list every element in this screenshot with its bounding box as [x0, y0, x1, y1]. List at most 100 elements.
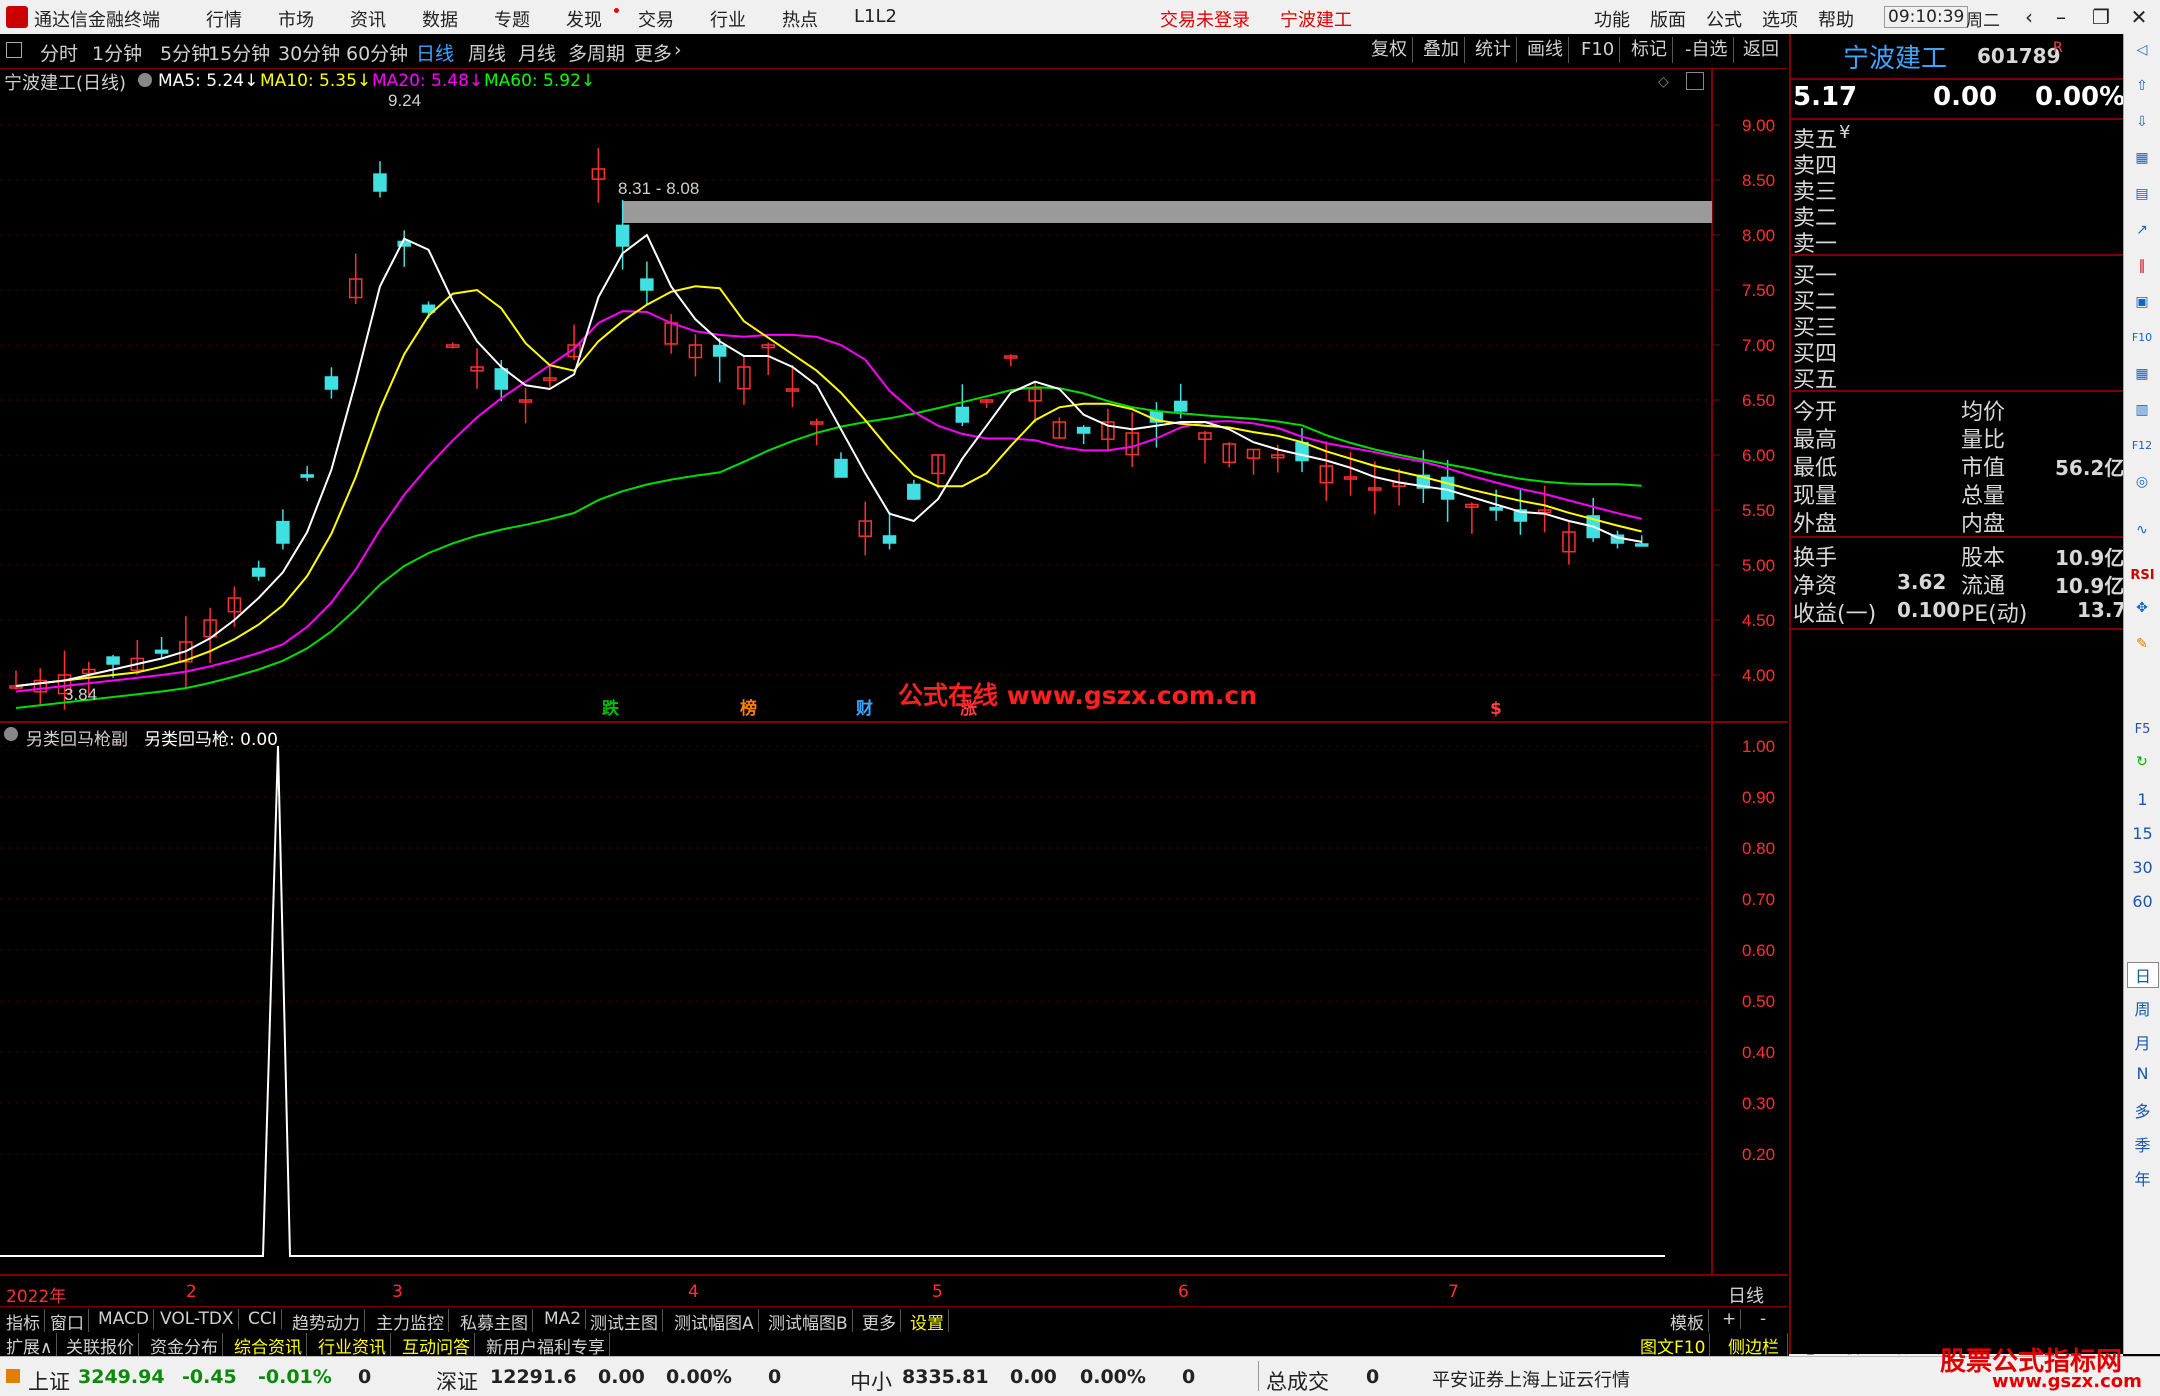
tab-qushi[interactable]: 趋势动力 — [288, 1309, 365, 1334]
btn-f10[interactable]: F10 — [1576, 37, 1621, 63]
back-arrow-icon[interactable]: ‹ — [2014, 2, 2044, 32]
btn-huaxian[interactable]: 画线 — [1522, 37, 1569, 63]
quote-list-icon[interactable]: ▦ — [2130, 146, 2154, 170]
tf-fenshi[interactable]: 分时 — [40, 39, 78, 66]
tf-monthly[interactable]: 月线 — [518, 39, 556, 66]
menu-gongneng[interactable]: 功能 — [1594, 6, 1630, 32]
tab-template[interactable]: 模板 — [1666, 1309, 1709, 1334]
period-15[interactable]: 15 — [2124, 824, 2160, 843]
tf-60min[interactable]: 60分钟 — [346, 39, 408, 66]
layout-toggle-icon[interactable] — [6, 42, 22, 58]
candle-chart-icon[interactable]: ∥ — [2130, 254, 2154, 278]
tab-new-user[interactable]: 新用户福利专享 — [482, 1333, 610, 1358]
menu-bangzhu[interactable]: 帮助 — [1818, 6, 1854, 32]
tab-test-b[interactable]: 测试幅图B — [764, 1309, 853, 1334]
period-multi[interactable]: 多 — [2124, 1098, 2160, 1122]
zoom-out-button[interactable]: - — [1756, 1309, 1770, 1329]
grid-icon[interactable]: ▦ — [2130, 362, 2154, 386]
tab-fund-dist[interactable]: 资金分布 — [146, 1333, 223, 1358]
menu-banmian[interactable]: 版面 — [1650, 6, 1686, 32]
sz-label[interactable]: 深证 — [436, 1366, 478, 1396]
alert-icon[interactable] — [6, 1369, 20, 1383]
tf-15min[interactable]: 15分钟 — [208, 39, 270, 66]
menu-shichang[interactable]: 市场 — [278, 6, 314, 32]
tf-30min[interactable]: 30分钟 — [278, 39, 340, 66]
btn-biaoji[interactable]: 标记 — [1626, 37, 1673, 63]
menu-faxian[interactable]: 发现 — [566, 6, 602, 32]
tab-vol-tdx[interactable]: VOL-TDX — [156, 1309, 239, 1329]
price-chart[interactable]: 9.00 8.50 8.00 7.50 7.00 6.50 6.00 5.50 5.00 4.50… — [0, 68, 1788, 723]
tf-5min[interactable]: 5分钟 — [160, 39, 210, 66]
menu-xuanxiang[interactable]: 选项 — [1762, 6, 1798, 32]
period-week[interactable]: 周 — [2124, 996, 2160, 1020]
tf-1min[interactable]: 1分钟 — [92, 39, 142, 66]
tab-ma2[interactable]: MA2 — [540, 1309, 587, 1329]
wave-chart-icon[interactable]: ∿ — [2130, 518, 2154, 542]
period-month[interactable]: 月 — [2124, 1030, 2160, 1054]
tab-qa[interactable]: 互动问答 — [398, 1333, 475, 1358]
tab-test-main[interactable]: 测试主图 — [586, 1309, 663, 1334]
period-30[interactable]: 30 — [2124, 858, 2160, 877]
tab-macd[interactable]: MACD — [94, 1309, 154, 1329]
close-icon[interactable]: ✕ — [2124, 2, 2154, 32]
arrow-down-icon[interactable]: ⇩ — [2130, 110, 2154, 134]
menu-hangye[interactable]: 行业 — [710, 6, 746, 32]
tab-chuangkou[interactable]: 窗口 — [46, 1309, 89, 1334]
indicator-chart[interactable]: 1.00 0.90 0.80 0.70 0.60 0.50 0.40 0.30 0.20 — [0, 723, 1788, 1276]
zx-label[interactable]: 中小 — [850, 1366, 892, 1396]
pencil-icon[interactable]: ✎ — [2130, 632, 2154, 656]
tab-related-quote[interactable]: 关联报价 — [62, 1333, 139, 1358]
btn-tongji[interactable]: 统计 — [1470, 37, 1517, 63]
tab-expand[interactable]: 扩展∧ — [2, 1333, 58, 1358]
menu-hangqing[interactable]: 行情 — [206, 6, 242, 32]
sh-label[interactable]: 上证 — [28, 1366, 70, 1396]
tab-f10-graphic[interactable]: 图文F10 — [1636, 1333, 1711, 1358]
tab-simu[interactable]: 私募主图 — [456, 1309, 533, 1334]
f10-icon[interactable]: F10 — [2130, 326, 2154, 350]
tab-more[interactable]: 更多 — [858, 1309, 901, 1334]
table-icon[interactable]: ▤ — [2130, 182, 2154, 206]
menu-zixun[interactable]: 资讯 — [350, 6, 386, 32]
arrow-up-icon[interactable]: ⇧ — [2130, 74, 2154, 98]
line-chart-icon[interactable]: ↗ — [2130, 218, 2154, 242]
collapse-left-icon[interactable]: ◁ — [2130, 38, 2154, 62]
period-n[interactable]: N — [2124, 1064, 2160, 1083]
rsi-label[interactable]: RSI — [2124, 568, 2160, 583]
period-quarter[interactable]: 季 — [2124, 1132, 2160, 1156]
menu-redian[interactable]: 热点 — [782, 6, 818, 32]
restore-icon[interactable]: ❐ — [2086, 2, 2116, 32]
menu-jiaoyi[interactable]: 交易 — [638, 6, 674, 32]
tab-industry-news[interactable]: 行业资讯 — [314, 1333, 391, 1358]
login-status[interactable]: 交易未登录 — [1160, 6, 1250, 32]
tab-cci[interactable]: CCI — [244, 1309, 282, 1329]
tf-multi[interactable]: 多周期 — [568, 39, 625, 66]
tab-general-news[interactable]: 综合资讯 — [230, 1333, 307, 1358]
tab-settings[interactable]: 设置 — [906, 1309, 949, 1334]
menu-zhuanti[interactable]: 专题 — [494, 6, 530, 32]
tf-weekly[interactable]: 周线 — [468, 39, 506, 66]
period-60[interactable]: 60 — [2124, 892, 2160, 911]
document-icon[interactable]: ▥ — [2130, 398, 2154, 422]
period-year[interactable]: 年 — [2124, 1166, 2160, 1190]
menu-shuju[interactable]: 数据 — [422, 6, 458, 32]
tab-zhuli[interactable]: 主力监控 — [372, 1309, 449, 1334]
move-icon[interactable]: ✥ — [2130, 596, 2154, 620]
minimize-icon[interactable]: – — [2046, 2, 2076, 32]
menu-gongshi[interactable]: 公式 — [1706, 6, 1742, 32]
chevron-right-icon[interactable]: › — [674, 39, 682, 61]
tf-more[interactable]: 更多 — [634, 39, 672, 66]
btn-fuquan[interactable]: 复权 — [1366, 37, 1413, 63]
f5-label[interactable]: F5 — [2124, 722, 2160, 737]
circle-icon[interactable]: ◎ — [2130, 470, 2154, 494]
tab-zhibiao[interactable]: 指标 — [2, 1309, 45, 1334]
period-1[interactable]: 1 — [2124, 790, 2160, 809]
menu-l1l2[interactable]: L1L2 — [854, 6, 897, 27]
news-icon[interactable]: ▣ — [2130, 290, 2154, 314]
btn-diejia[interactable]: 叠加 — [1418, 37, 1465, 63]
f12-icon[interactable]: F12 — [2130, 434, 2154, 458]
btn-zixuan[interactable]: -自选 — [1680, 37, 1734, 63]
tab-test-a[interactable]: 测试幅图A — [670, 1309, 759, 1334]
refresh-icon[interactable]: ↻ — [2130, 750, 2154, 774]
period-day[interactable]: 日 — [2127, 962, 2159, 988]
tf-daily[interactable]: 日线 — [416, 39, 454, 66]
